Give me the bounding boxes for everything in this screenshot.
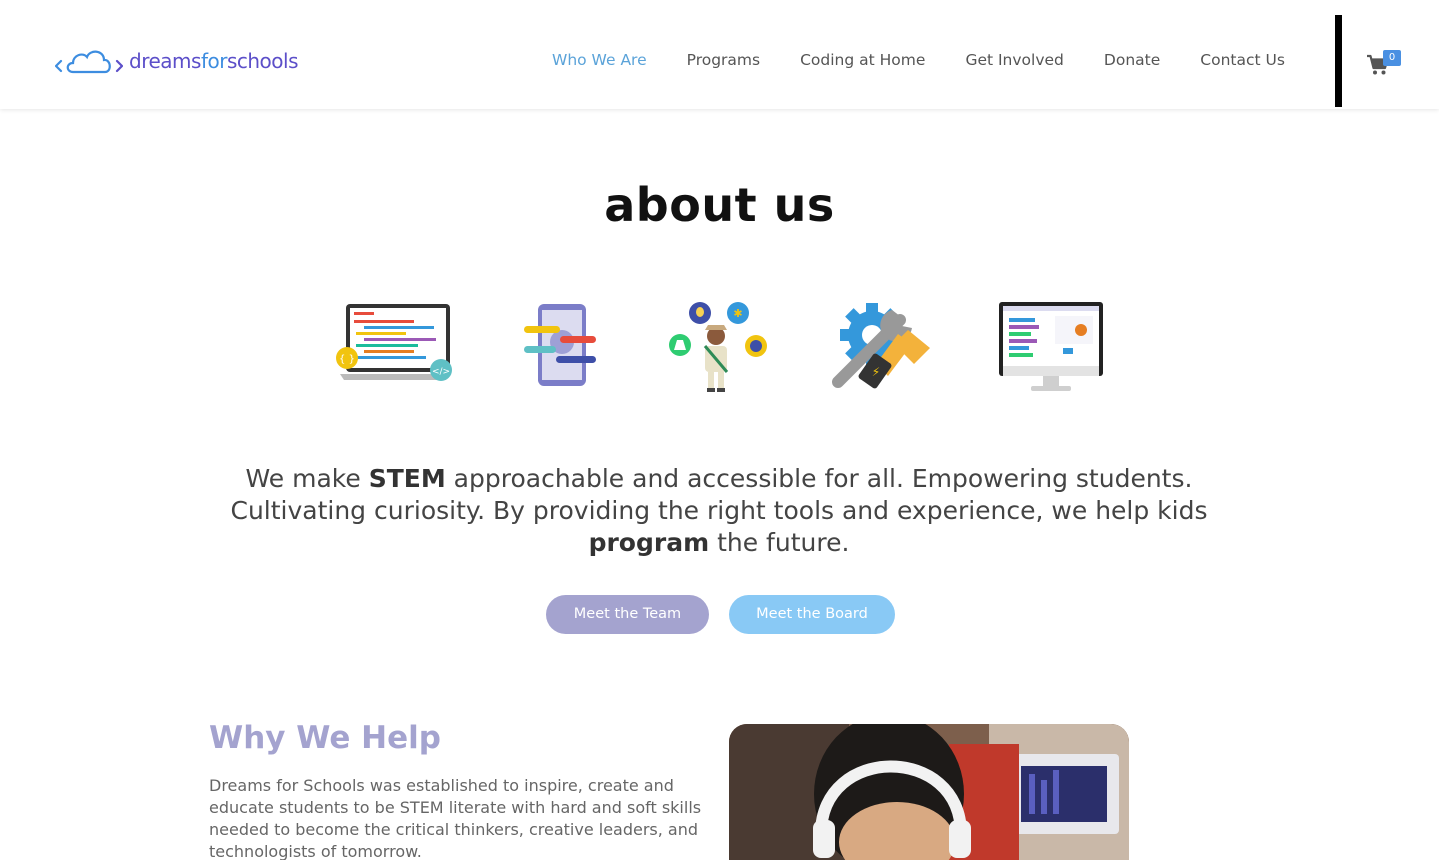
monitor-scratch-icon bbox=[999, 302, 1103, 391]
student-photo bbox=[729, 724, 1129, 860]
mission-text-1: We make bbox=[245, 464, 369, 493]
meet-the-team-button[interactable]: Meet the Team bbox=[546, 595, 709, 634]
program-icons-row: { } </> ✱ ⚡ bbox=[0, 300, 1439, 400]
nav-who-we-are[interactable]: Who We Are bbox=[552, 49, 647, 71]
student-explorer-icon: ✱ bbox=[669, 302, 767, 392]
logo-text-schools: schools bbox=[226, 49, 299, 73]
why-we-help-text: Dreams for Schools was established to in… bbox=[209, 776, 702, 860]
cart-count-badge: 0 bbox=[1383, 50, 1401, 66]
logo-text-for: for bbox=[200, 49, 228, 73]
mission-bold-program: program bbox=[588, 528, 710, 557]
nav-contact-us[interactable]: Contact Us bbox=[1200, 49, 1285, 71]
svg-text:</>: </> bbox=[432, 367, 450, 377]
logo-text-dreams: dreams bbox=[129, 49, 201, 73]
svg-text:{ }: { } bbox=[339, 354, 355, 365]
laptop-code-icon: { } </> bbox=[336, 304, 452, 381]
svg-text:⚡: ⚡ bbox=[872, 365, 880, 379]
mission-text-3: the future. bbox=[709, 528, 850, 557]
mission-bold-stem: STEM bbox=[368, 464, 446, 493]
nav-programs[interactable]: Programs bbox=[687, 49, 760, 71]
cloud-code-logo-icon bbox=[55, 50, 123, 74]
why-we-help-heading: Why We Help bbox=[209, 720, 441, 756]
tools-gear-icon: ⚡ bbox=[832, 303, 930, 389]
student-headphones-photo bbox=[729, 724, 1129, 860]
svg-text:✱: ✱ bbox=[733, 307, 742, 320]
header-divider bbox=[1335, 15, 1342, 107]
site-header: dreamsforschools Who We Are Programs Cod… bbox=[0, 0, 1439, 109]
site-logo[interactable]: dreamsforschools bbox=[55, 45, 299, 77]
main-nav: Who We Are Programs Coding at Home Get I… bbox=[552, 49, 1325, 71]
nav-donate[interactable]: Donate bbox=[1104, 49, 1160, 71]
mobile-blocks-icon bbox=[524, 304, 596, 386]
meet-the-board-button[interactable]: Meet the Board bbox=[729, 595, 895, 634]
nav-get-involved[interactable]: Get Involved bbox=[965, 49, 1063, 71]
page-title: about us bbox=[604, 178, 835, 232]
nav-coding-at-home[interactable]: Coding at Home bbox=[800, 49, 925, 71]
mission-statement: We make STEM approachable and accessible… bbox=[219, 463, 1219, 559]
